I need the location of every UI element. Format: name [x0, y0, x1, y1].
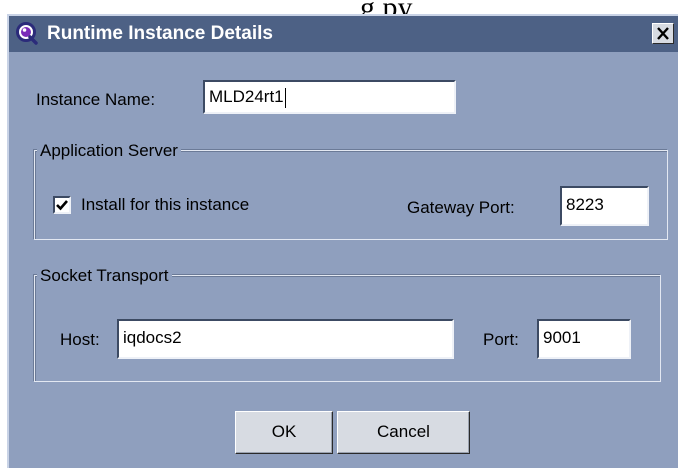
instance-name-label: Instance Name:	[36, 90, 156, 109]
cancel-button[interactable]: Cancel	[337, 411, 470, 454]
close-icon	[657, 27, 669, 40]
application-server-legend: Application Server	[37, 140, 181, 162]
host-field[interactable]: iqdocs2	[117, 319, 454, 359]
install-checkbox[interactable]	[53, 196, 71, 214]
gateway-port-value: 8223	[566, 195, 604, 214]
socket-transport-legend: Socket Transport	[37, 265, 172, 287]
host-value: iqdocs2	[123, 328, 182, 347]
title-bar[interactable]: Runtime Instance Details	[9, 16, 678, 52]
text-caret	[284, 87, 286, 108]
runtime-instance-dialog: Runtime Instance Details Instance Name: …	[7, 14, 678, 468]
install-checkbox-label[interactable]: Install for this instance	[81, 194, 249, 216]
instance-name-value: MLD24rt1	[209, 87, 284, 106]
port-label: Port:	[483, 330, 519, 349]
gateway-port-field[interactable]: 8223	[560, 186, 649, 226]
checkmark-icon	[56, 200, 68, 211]
port-value: 9001	[543, 328, 581, 347]
ok-button[interactable]: OK	[235, 411, 333, 454]
port-field[interactable]: 9001	[537, 319, 631, 359]
gateway-port-label: Gateway Port:	[407, 198, 515, 217]
instance-name-field[interactable]: MLD24rt1	[203, 80, 456, 114]
app-logo-icon	[15, 21, 39, 45]
dialog-title: Runtime Instance Details	[47, 23, 273, 44]
close-button[interactable]	[652, 23, 674, 44]
host-label: Host:	[60, 330, 100, 349]
